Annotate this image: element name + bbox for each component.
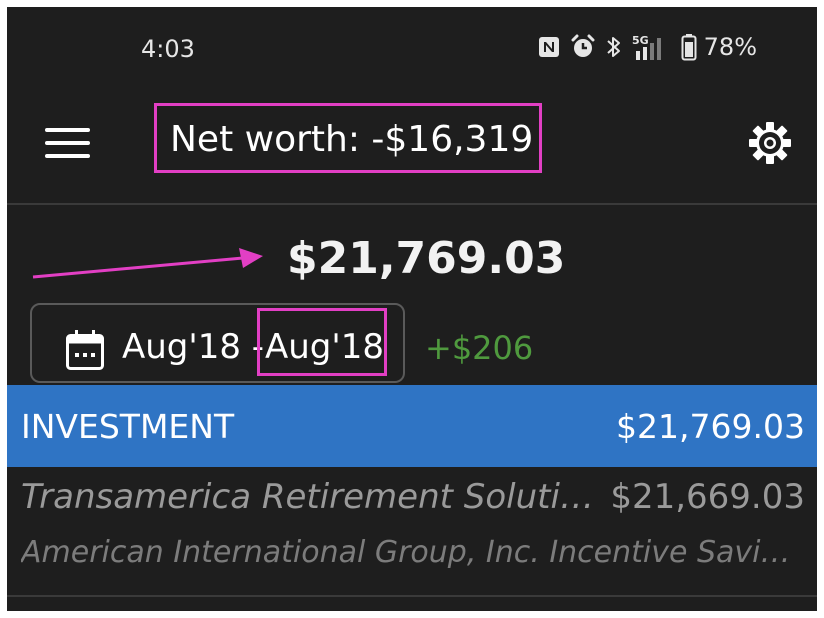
menu-icon	[45, 128, 90, 132]
date-range-start: Aug'18 -	[122, 327, 265, 367]
menu-button[interactable]	[45, 125, 91, 161]
settings-button[interactable]	[747, 120, 793, 166]
total-balance: $21,769.03	[287, 233, 566, 284]
bluetooth-icon	[605, 34, 623, 60]
header-divider	[7, 203, 817, 205]
battery-icon	[681, 33, 697, 61]
status-time: 4:03	[141, 35, 195, 63]
app-screen: 4:03 5G 78% Net worth: -$16,319 $21,769.…	[7, 7, 817, 611]
date-range-end: Aug'18	[265, 327, 384, 367]
alarm-icon	[570, 34, 596, 60]
annotation-arrow	[31, 245, 271, 289]
list-item[interactable]: Transamerica Retirement Solutions $21,66…	[7, 467, 817, 597]
account-balance: $21,669.03	[610, 477, 805, 517]
row-divider	[7, 595, 817, 597]
nfc-icon	[537, 35, 561, 59]
battery-percent: 78%	[703, 33, 757, 61]
category-total: $21,769.03	[616, 407, 805, 446]
category-header-investment[interactable]: INVESTMENT $21,769.03	[7, 385, 817, 467]
status-icons: 5G 78%	[537, 33, 757, 61]
account-institution: American International Group, Inc. Incen…	[21, 535, 801, 570]
balance-change: +$206	[425, 329, 534, 367]
svg-text:5G: 5G	[632, 34, 649, 47]
account-name: Transamerica Retirement Solutions	[21, 477, 599, 517]
calendar-icon	[65, 329, 105, 375]
gear-icon	[747, 122, 793, 170]
page-title: Net worth: -$16,319	[170, 119, 534, 160]
category-name: INVESTMENT	[21, 407, 235, 446]
signal-5g-icon: 5G	[632, 33, 672, 61]
